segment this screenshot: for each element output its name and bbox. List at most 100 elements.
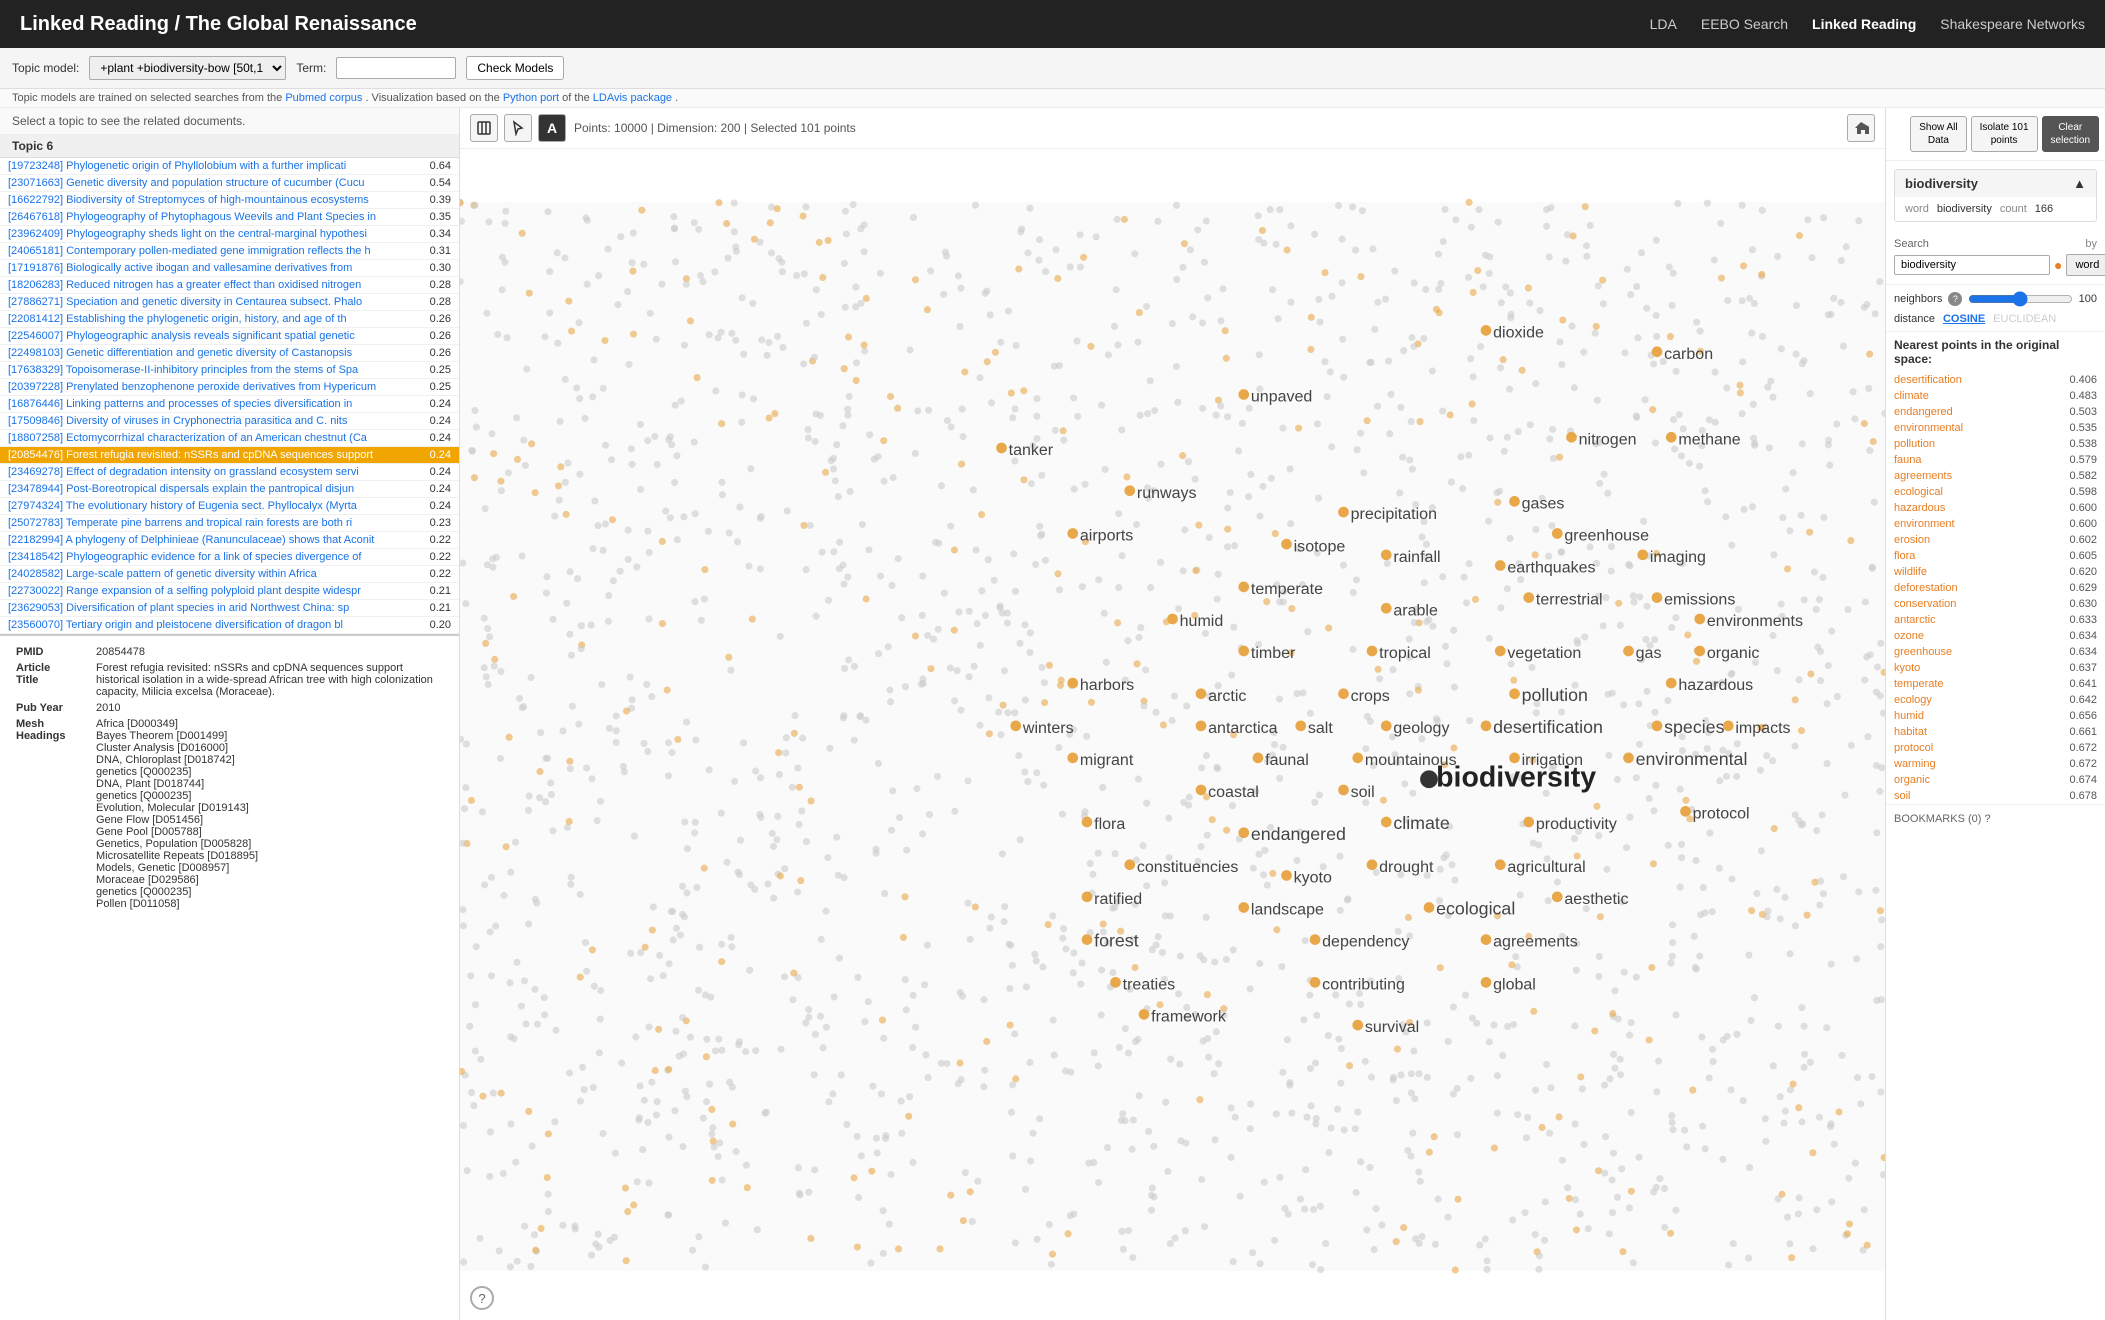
- nearest-item[interactable]: ecological0.598: [1894, 484, 2097, 500]
- nearest-item[interactable]: warming0.672: [1894, 756, 2097, 772]
- cosine-option[interactable]: COSINE: [1943, 313, 1985, 325]
- search-by-select[interactable]: word: [2066, 254, 2105, 276]
- nav-eebo[interactable]: EEBO Search: [1701, 16, 1788, 32]
- clear-selection-btn[interactable]: Clearselection: [2042, 116, 2099, 152]
- nearest-item[interactable]: desertification0.406: [1894, 372, 2097, 388]
- doc-row[interactable]: [17191876] Biologically active ibogan an…: [0, 260, 459, 277]
- nearest-item[interactable]: greenhouse0.634: [1894, 644, 2097, 660]
- doc-row[interactable]: [26467618] Phylogeography of Phytophagou…: [0, 209, 459, 226]
- doc-row[interactable]: [23629053] Diversification of plant spec…: [0, 600, 459, 617]
- topic-model-select[interactable]: +plant +biodiversity-bow [50t,1: [89, 56, 286, 80]
- doc-row[interactable]: [25072783] Temperate pine barrens and tr…: [0, 515, 459, 532]
- euclidean-option[interactable]: EUCLIDEAN: [1993, 313, 2056, 325]
- nearest-item[interactable]: habitat0.661: [1894, 724, 2097, 740]
- isolate-btn[interactable]: Isolate 101points: [1971, 116, 2038, 152]
- svg-text:imaging: imaging: [1650, 548, 1706, 566]
- move-icon-btn[interactable]: [470, 114, 498, 142]
- nearest-item[interactable]: environmental0.535: [1894, 420, 2097, 436]
- check-models-btn[interactable]: Check Models: [466, 56, 564, 80]
- doc-row[interactable]: [22546007] Phylogeographic analysis reve…: [0, 328, 459, 345]
- doc-score: 0.22: [411, 551, 451, 563]
- nav-linked-reading[interactable]: Linked Reading: [1812, 16, 1916, 32]
- doc-row[interactable]: [22730022] Range expansion of a selfing …: [0, 583, 459, 600]
- doc-row[interactable]: [23469278] Effect of degradation intensi…: [0, 464, 459, 481]
- doc-row[interactable]: [20854476] Forest refugia revisited: nSS…: [0, 447, 459, 464]
- nearest-item[interactable]: hazardous0.600: [1894, 500, 2097, 516]
- info-circle-btn[interactable]: ?: [470, 1286, 494, 1310]
- svg-text:antarctica: antarctica: [1208, 719, 1278, 737]
- subtext-link2[interactable]: Python port: [503, 92, 559, 104]
- nearest-item[interactable]: fauna0.579: [1894, 452, 2097, 468]
- doc-row[interactable]: [23962409] Phylogeography sheds light on…: [0, 226, 459, 243]
- neighbors-slider[interactable]: [1968, 291, 2072, 307]
- home-btn[interactable]: [1847, 114, 1875, 142]
- doc-score: 0.35: [411, 211, 451, 223]
- doc-row[interactable]: [23478944] Post-Boreotropical dispersals…: [0, 481, 459, 498]
- nearest-item[interactable]: wildlife0.620: [1894, 564, 2097, 580]
- doc-row[interactable]: [24028582] Large-scale pattern of geneti…: [0, 566, 459, 583]
- nearest-item[interactable]: deforestation0.629: [1894, 580, 2097, 596]
- nearest-item[interactable]: humid0.656: [1894, 708, 2097, 724]
- doc-row[interactable]: [19723248] Phylogenetic origin of Phyllo…: [0, 158, 459, 175]
- nearest-item[interactable]: pollution0.538: [1894, 436, 2097, 452]
- doc-row[interactable]: [23071663] Genetic diversity and populat…: [0, 175, 459, 192]
- detail-pmid-row: PMID 20854478: [12, 644, 447, 660]
- doc-row[interactable]: [22081412] Establishing the phylogenetic…: [0, 311, 459, 328]
- nearest-score: 0.535: [2069, 422, 2097, 434]
- doc-score: 0.28: [411, 296, 451, 308]
- nearest-item[interactable]: kyoto0.637: [1894, 660, 2097, 676]
- nearest-item[interactable]: environment0.600: [1894, 516, 2097, 532]
- nearest-item[interactable]: protocol0.672: [1894, 740, 2097, 756]
- nearest-item[interactable]: erosion0.602: [1894, 532, 2097, 548]
- doc-row[interactable]: [24065181] Contemporary pollen-mediated …: [0, 243, 459, 260]
- svg-text:tanker: tanker: [1009, 441, 1054, 459]
- doc-row[interactable]: [27886271] Speciation and genetic divers…: [0, 294, 459, 311]
- nav-lda[interactable]: LDA: [1650, 16, 1677, 32]
- scatter-container[interactable]: unpaveddioxidecarbontankernitrogenmethan…: [460, 153, 1885, 1320]
- doc-row[interactable]: [20397228] Prenylated benzophenone perox…: [0, 379, 459, 396]
- doc-row[interactable]: [17509846] Diversity of viruses in Cryph…: [0, 413, 459, 430]
- nearest-word: fauna: [1894, 454, 1922, 466]
- nearest-score: 0.630: [2069, 598, 2097, 610]
- doc-row[interactable]: [18206283] Reduced nitrogen has a greate…: [0, 277, 459, 294]
- nearest-score: 0.629: [2069, 582, 2097, 594]
- nearest-item[interactable]: flora0.605: [1894, 548, 2097, 564]
- nearest-item[interactable]: organic0.674: [1894, 772, 2097, 788]
- doc-score: 0.24: [411, 449, 451, 461]
- nearest-item[interactable]: ozone0.634: [1894, 628, 2097, 644]
- nearest-item[interactable]: endangered0.503: [1894, 404, 2097, 420]
- subtext-link1[interactable]: Pubmed corpus: [285, 92, 362, 104]
- nav-shakespeare[interactable]: Shakespeare Networks: [1940, 16, 2085, 32]
- doc-row[interactable]: [23418542] Phylogeographic evidence for …: [0, 549, 459, 566]
- nearest-item[interactable]: climate0.483: [1894, 388, 2097, 404]
- nearest-item[interactable]: antarctic0.633: [1894, 612, 2097, 628]
- left-panel-header: Select a topic to see the related docume…: [0, 108, 459, 135]
- doc-row[interactable]: [17638329] Topoisomerase-II-inhibitory p…: [0, 362, 459, 379]
- toolbar: Topic model: +plant +biodiversity-bow [5…: [0, 48, 2105, 89]
- term-input[interactable]: [336, 57, 456, 79]
- neighbors-help[interactable]: ?: [1948, 292, 1962, 306]
- doc-row[interactable]: [18807258] Ectomycorrhizal characterizat…: [0, 430, 459, 447]
- nearest-item[interactable]: ecology0.642: [1894, 692, 2097, 708]
- doc-row[interactable]: [23560070] Tertiary origin and pleistoce…: [0, 617, 459, 634]
- subtext-link3[interactable]: LDAvis package: [593, 92, 672, 104]
- svg-text:protocol: protocol: [1693, 804, 1750, 822]
- doc-row[interactable]: [22498103] Genetic differentiation and g…: [0, 345, 459, 362]
- svg-text:isotope: isotope: [1294, 537, 1346, 555]
- doc-title: [17638329] Topoisomerase-II-inhibitory p…: [8, 364, 411, 376]
- show-all-btn[interactable]: Show AllData: [1910, 116, 1966, 152]
- doc-row[interactable]: [27974324] The evolutionary history of E…: [0, 498, 459, 515]
- doc-row[interactable]: [16622792] Biodiversity of Streptomyces …: [0, 192, 459, 209]
- word-card-collapse[interactable]: ▲: [2073, 176, 2086, 191]
- select-icon-btn[interactable]: [504, 114, 532, 142]
- doc-row[interactable]: [16876446] Linking patterns and processe…: [0, 396, 459, 413]
- search-input[interactable]: [1894, 255, 2050, 275]
- nearest-item[interactable]: agreements0.582: [1894, 468, 2097, 484]
- distance-row: distance COSINE EUCLIDEAN: [1886, 313, 2105, 331]
- text-icon-btn[interactable]: A: [538, 114, 566, 142]
- doc-row[interactable]: [22182994] A phylogeny of Delphinieae (R…: [0, 532, 459, 549]
- nearest-item[interactable]: soil0.678: [1894, 788, 2097, 804]
- nearest-item[interactable]: temperate0.641: [1894, 676, 2097, 692]
- svg-text:rainfall: rainfall: [1393, 548, 1440, 566]
- nearest-item[interactable]: conservation0.630: [1894, 596, 2097, 612]
